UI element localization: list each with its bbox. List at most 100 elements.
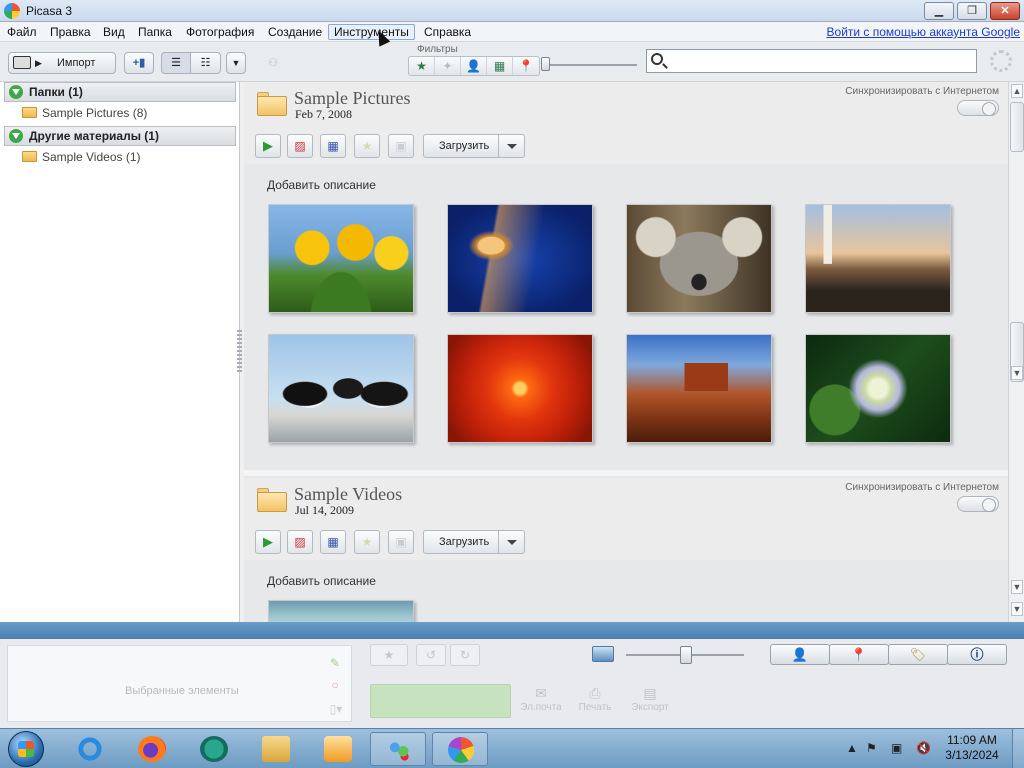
taskbar-media-player[interactable] <box>310 732 366 766</box>
sync-toggle[interactable] <box>957 496 999 512</box>
info-panel-button[interactable]: ⓘ <box>947 644 1007 665</box>
photo-thumbnail-desert[interactable] <box>626 334 772 443</box>
filter-geotagged-button[interactable]: 📍 <box>513 57 539 75</box>
network-icon[interactable]: ▣ <box>891 741 902 755</box>
folders-section-header[interactable]: Папки (1) <box>4 82 236 102</box>
photo-thumbnail-tulips[interactable] <box>268 204 414 313</box>
rotate-left-button[interactable]: ↺ <box>416 644 446 666</box>
sidebar-item-sample-videos[interactable]: Sample Videos (1) <box>22 148 141 166</box>
slideshow-button[interactable]: ▶ <box>255 530 281 554</box>
scroll-down-arrow-icon[interactable]: ▼ <box>1011 602 1023 616</box>
movie-button[interactable]: ▦ <box>320 134 346 158</box>
rotate-right-button[interactable]: ↻ <box>450 644 480 666</box>
people-sync-button[interactable]: ⚇ <box>258 52 288 74</box>
library-scrollbar[interactable]: ▲ ▼ ▼ ▼ <box>1008 82 1024 622</box>
import-button[interactable]: ▶ Импорт <box>8 52 116 74</box>
menu-edit[interactable]: Правка <box>45 24 96 40</box>
chevron-down-icon[interactable] <box>498 531 524 553</box>
menu-tools[interactable]: Инструменты <box>328 24 415 40</box>
movie-button[interactable]: ▦ <box>320 530 346 554</box>
menu-photo[interactable]: Фотография <box>181 24 259 40</box>
photo-thumbnail-hydrangeas[interactable] <box>805 334 951 443</box>
sync-toggle[interactable] <box>957 100 999 116</box>
menu-create[interactable]: Создание <box>263 24 327 40</box>
save-album-button[interactable]: ▣ <box>388 530 414 554</box>
menu-folder[interactable]: Папка <box>133 24 177 40</box>
clear-tray-icon[interactable]: ○ <box>328 678 342 692</box>
sidebar-item-sample-pictures[interactable]: Sample Pictures (8) <box>22 104 147 122</box>
album-date[interactable]: Jul 14, 2009 <box>295 503 354 518</box>
thumbnail-size-slider-knob[interactable] <box>680 646 692 664</box>
scroll-thumb[interactable] <box>1010 102 1024 152</box>
flat-view-button[interactable]: ☰ <box>161 52 191 74</box>
photo-thumbnail-lighthouse[interactable] <box>805 204 951 313</box>
tray-divider[interactable] <box>0 622 1024 639</box>
export-action[interactable]: ▤ Экспорт <box>626 684 674 713</box>
taskbar-messenger[interactable] <box>186 732 242 766</box>
pin-tray-icon[interactable]: ✎ <box>328 656 342 670</box>
star-album-button[interactable]: ★ <box>354 530 380 554</box>
selected-items-box[interactable]: Выбранные элементы ✎ ○ ▯▾ <box>7 645 352 722</box>
minimize-button[interactable]: ▁ <box>924 2 954 20</box>
chevron-down-icon[interactable] <box>498 135 524 157</box>
taskbar-network-app[interactable] <box>370 732 426 766</box>
filter-movies-button[interactable]: ▦ <box>487 57 513 75</box>
photo-thumbnail-jellyfish[interactable] <box>447 204 593 313</box>
filter-slider-knob[interactable] <box>541 57 550 71</box>
tray-menu-icon[interactable]: ▯▾ <box>324 702 348 716</box>
taskbar-explorer[interactable] <box>248 732 304 766</box>
taskbar-picasa[interactable] <box>432 732 488 766</box>
email-action[interactable]: ✉ Эл.почта <box>517 684 565 713</box>
close-button[interactable]: ✕ <box>990 2 1020 20</box>
photo-thumbnail-penguins[interactable] <box>268 334 414 443</box>
share-button[interactable] <box>370 684 511 718</box>
maximize-button[interactable]: ❐ <box>957 2 987 20</box>
print-action[interactable]: ⎙ Печать <box>571 684 619 713</box>
other-section-header[interactable]: Другие материалы (1) <box>4 126 236 146</box>
show-hidden-icons-icon[interactable]: ▲ <box>846 741 858 755</box>
album-date[interactable]: Feb 7, 2008 <box>295 107 352 122</box>
star-album-button[interactable]: ★ <box>354 134 380 158</box>
upload-button[interactable]: Загрузить <box>423 530 525 554</box>
menu-help[interactable]: Справка <box>419 24 476 40</box>
show-desktop-button[interactable] <box>1012 729 1024 768</box>
upload-button[interactable]: Загрузить <box>423 134 525 158</box>
people-panel-button[interactable]: 👤 <box>770 644 830 665</box>
search-input[interactable] <box>669 52 969 70</box>
collage-button[interactable]: ▨ <box>287 530 313 554</box>
new-album-button[interactable]: +▮ <box>124 52 154 74</box>
places-panel-button[interactable]: 📍 <box>829 644 889 665</box>
album-description[interactable]: Добавить описание <box>267 574 376 588</box>
star-button[interactable]: ★ <box>370 644 408 666</box>
filter-uploaded-button[interactable]: ✦ <box>435 57 461 75</box>
filter-slider-track[interactable] <box>545 64 637 66</box>
filter-starred-button[interactable]: ★ <box>409 57 435 75</box>
album-description[interactable]: Добавить описание <box>267 178 376 192</box>
scroll-down-arrow-icon[interactable]: ▼ <box>1011 366 1023 380</box>
album-title[interactable]: Sample Videos <box>294 484 402 505</box>
tags-panel-button[interactable]: 🏷 <box>888 644 948 665</box>
taskbar-firefox[interactable] <box>124 732 180 766</box>
scroll-down-arrow-icon[interactable]: ▼ <box>1011 580 1023 594</box>
start-button[interactable] <box>8 731 44 767</box>
slideshow-button[interactable]: ▶ <box>255 134 281 158</box>
menu-view[interactable]: Вид <box>98 24 130 40</box>
volume-muted-icon[interactable]: 🔇 <box>916 741 931 755</box>
scroll-up-arrow-icon[interactable]: ▲ <box>1011 84 1023 98</box>
panel-splitter-handle[interactable] <box>237 330 242 374</box>
video-thumbnail-wildlife[interactable] <box>268 600 414 622</box>
save-album-button[interactable]: ▣ <box>388 134 414 158</box>
taskbar-internet-explorer[interactable] <box>62 732 118 766</box>
menu-file[interactable]: Файл <box>2 24 42 40</box>
album-title[interactable]: Sample Pictures <box>294 88 410 109</box>
photo-thumbnail-koala[interactable] <box>626 204 772 313</box>
search-box[interactable] <box>646 49 977 73</box>
view-options-dropdown[interactable]: ▼ <box>226 52 246 74</box>
system-clock[interactable]: 11:09 AM 3/13/2024 <box>940 733 1004 763</box>
collage-button[interactable]: ▨ <box>287 134 313 158</box>
filter-faces-button[interactable]: 👤 <box>461 57 487 75</box>
tree-view-button[interactable]: ☷ <box>190 52 221 74</box>
action-center-flag-icon[interactable]: ⚑ <box>866 741 877 755</box>
photo-thumbnail-chrysanthemum[interactable] <box>447 334 593 443</box>
google-sign-in-link[interactable]: Войти с помощью аккаунта Google <box>827 25 1020 39</box>
